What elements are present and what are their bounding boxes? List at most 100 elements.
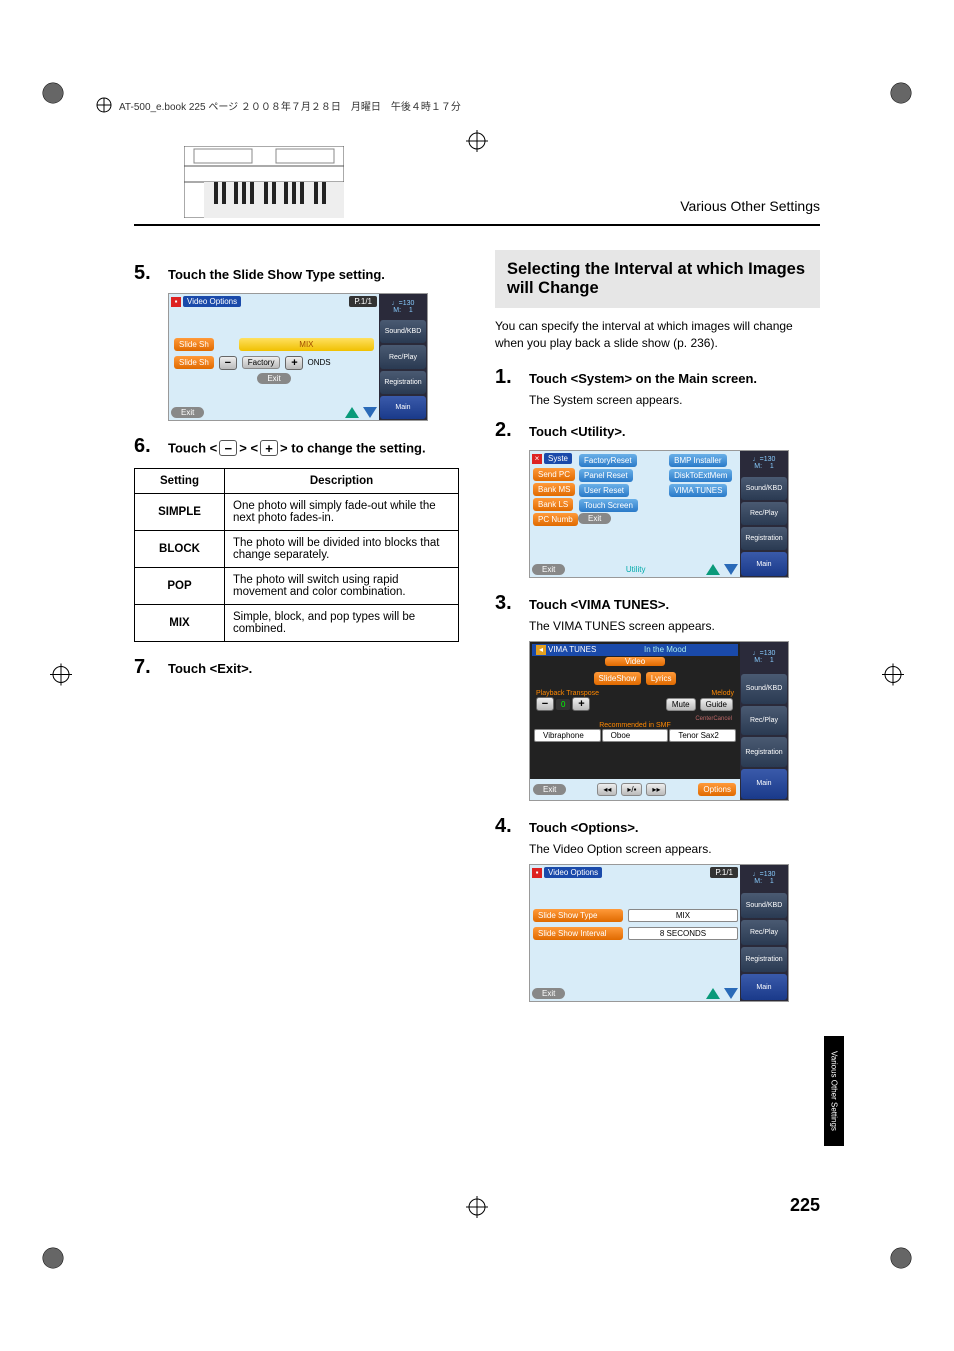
main-button: Main (380, 396, 426, 419)
plus-key-icon: + (260, 440, 278, 456)
factoryreset-button: FactoryReset (579, 454, 637, 467)
tempo-indicator: ♩=130 M: 1 (741, 643, 787, 673)
slide-show-interval-label: Slide Sh (174, 356, 214, 369)
settings-table: SettingDescription SIMPLEOne photo will … (134, 468, 459, 642)
step-6-number: 6. (134, 435, 158, 458)
forward-button: ▸▸ (646, 783, 666, 796)
running-head: Various Other Settings (680, 198, 820, 214)
close-icon: ▪ (532, 868, 542, 878)
system-utility-screenshot: ×Syste FactoryReset Panel Reset User Res… (529, 450, 820, 578)
minus-button: − (219, 356, 237, 370)
center-cancel-label: CenterCancel (695, 716, 732, 722)
transpose-value: 0 (556, 699, 570, 710)
rec-play-button: Rec/Play (741, 920, 787, 945)
instrument-1: Vibraphone (534, 729, 601, 742)
instrument-2: Oboe (602, 729, 669, 742)
slide-show-type-value: MIX (628, 909, 738, 922)
section-intro: You can specify the interval at which im… (495, 318, 820, 352)
mute-button: Mute (666, 698, 696, 711)
factory-button: Factory (242, 356, 281, 369)
panel-title: Video Options (183, 296, 241, 307)
tempo-indicator: ♩=130 M: 1 (741, 452, 787, 475)
main-button: Main (741, 974, 787, 999)
recommended-label: Recommended in SMF (532, 722, 738, 729)
close-icon: × (532, 454, 542, 464)
vima-tunes-button: VIMA TUNES (669, 484, 727, 497)
crop-mark-tl (38, 78, 68, 108)
registration-button: Registration (380, 371, 426, 394)
down-arrow-icon (724, 564, 738, 575)
pc-numb-label: PC Numb (533, 513, 578, 526)
slideshow-button: SlideShow (594, 672, 642, 685)
header-text: AT-500_e.book 225 ページ ２００８年７月２８日 月曜日 午後４… (119, 98, 461, 113)
slide-show-type-label: Slide Show Type (533, 909, 623, 922)
popup-exit-button: Exit (578, 513, 611, 524)
video-options-screenshot-2: ▪Video Options P.1/1 Slide Show Type MIX… (529, 864, 820, 1002)
registration-button: Registration (741, 947, 787, 972)
step6-suffix: > to change the setting. (280, 441, 426, 456)
panelreset-button: Panel Reset (579, 469, 633, 482)
step6-prefix: Touch < (168, 441, 217, 456)
mix-popup: MIX (239, 338, 374, 351)
header-rule (134, 224, 820, 226)
exit-button: Exit (533, 784, 566, 795)
video-options-screenshot-1: ▪Video Options P.1/1 Slide Sh MIX Slide … (168, 293, 459, 421)
table-row: MIXSimple, block, and pop types will be … (135, 605, 459, 642)
slide-show-type-label: Slide Sh (174, 338, 214, 351)
utility-label: Utility (626, 565, 646, 574)
crop-mark-bl (38, 1243, 68, 1273)
step-1-number: 1. (495, 366, 519, 389)
sound-kbd-button: Sound/KBD (741, 674, 787, 704)
disktoextmem-button: DiskToExtMem (669, 469, 732, 482)
step-5-number: 5. (134, 262, 158, 285)
table-row: POPThe photo will switch using rapid mov… (135, 568, 459, 605)
col-description: Description (225, 469, 459, 494)
step-5-text: Touch the Slide Show Type setting. (168, 262, 385, 285)
plus-button: + (285, 356, 303, 370)
rec-play-button: Rec/Play (741, 502, 787, 525)
sound-kbd-button: Sound/KBD (380, 320, 426, 343)
book-icon (95, 96, 113, 114)
step-7-text: Touch <Exit>. (168, 656, 252, 679)
exit-button: Exit (532, 564, 565, 575)
touchscreen-button: Touch Screen (579, 499, 638, 512)
send-pc-label: Send PC (533, 468, 575, 481)
tempo-indicator: ♩=130 M: 1 (741, 866, 787, 891)
slide-show-interval-label: Slide Show Interval (533, 927, 623, 940)
framemaker-header: AT-500_e.book 225 ページ ２００８年７月２８日 月曜日 午後４… (95, 96, 461, 114)
step-4-sub: The Video Option screen appears. (529, 842, 820, 856)
onds-text: ONDS (307, 358, 330, 367)
playback-transpose-label: Playback Transpose (536, 690, 599, 697)
down-arrow-icon (363, 407, 377, 418)
step-1-sub: The System screen appears. (529, 393, 820, 407)
video-tab: Video (605, 657, 665, 666)
guide-button: Guide (700, 698, 733, 711)
step-4-text: Touch <Options>. (529, 815, 639, 838)
page-content: Various Other Settings 5. Touch the Slid… (134, 146, 820, 1216)
instrument-3: Tenor Sax2 (669, 729, 736, 742)
page-number: 225 (790, 1195, 820, 1216)
crop-mark-tr (886, 78, 916, 108)
step-7-number: 7. (134, 656, 158, 679)
step-1-text: Touch <System> on the Main screen. (529, 366, 757, 389)
col-setting: Setting (135, 469, 225, 494)
panel-title: VIMA TUNES (548, 645, 596, 655)
registration-mark-right (882, 663, 904, 688)
bmp-installer-button: BMP Installer (669, 454, 726, 467)
section-heading: Selecting the Interval at which Images w… (495, 250, 820, 308)
step-2-number: 2. (495, 419, 519, 442)
table-row: BLOCKThe photo will be divided into bloc… (135, 531, 459, 568)
main-button: Main (741, 552, 787, 575)
step-4-number: 4. (495, 815, 519, 838)
registration-button: Registration (741, 737, 787, 767)
registration-button: Registration (741, 527, 787, 550)
device-illustration (184, 146, 344, 221)
sound-kbd-button: Sound/KBD (741, 893, 787, 918)
page-indicator: P.1/1 (349, 296, 377, 307)
bank-ms-label: Bank MS (533, 483, 575, 496)
minus-key-icon: − (219, 440, 237, 456)
step-3-sub: The VIMA TUNES screen appears. (529, 619, 820, 633)
main-button: Main (741, 769, 787, 799)
up-arrow-icon (345, 407, 359, 418)
exit-button: Exit (171, 407, 204, 418)
